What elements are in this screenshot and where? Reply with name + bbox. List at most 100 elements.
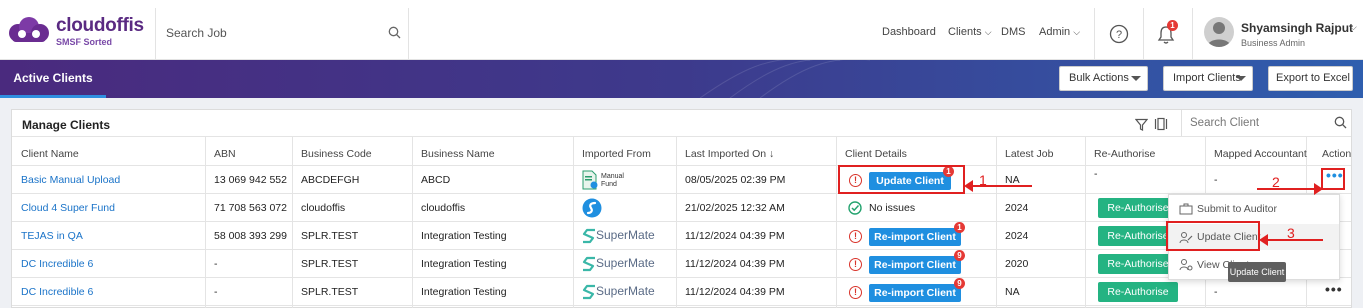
help-icon[interactable]: ? (1109, 24, 1129, 44)
warning-icon: ! (849, 258, 862, 271)
abn-cell: - (214, 286, 218, 298)
annotation-number-2: 2 (1272, 174, 1280, 190)
notification-badge: 1 (1167, 20, 1178, 31)
reauthorise-button[interactable]: Re-Authorise (1098, 254, 1178, 274)
divider (12, 136, 1351, 137)
caret-down-icon (1230, 67, 1252, 90)
search-job-box (155, 8, 409, 59)
client-name-link[interactable]: DC Incredible 6 (12, 250, 93, 278)
reimport-client-button[interactable]: Re-import Client (869, 256, 961, 274)
search-client-input[interactable] (1190, 115, 1320, 131)
client-name-link[interactable]: DC Incredible 6 (12, 278, 93, 306)
business-name-cell: cloudoffis (421, 202, 466, 214)
annotation-arrow-1 (964, 180, 1032, 192)
client-name-link[interactable]: TEJAS in QA (12, 222, 83, 250)
last-imported-cell: 11/12/2024 04:39 PM (685, 258, 785, 270)
avatar[interactable] (1204, 17, 1234, 47)
reauthorise-button[interactable]: Re-Authorise (1098, 282, 1178, 302)
divider (1094, 8, 1095, 59)
user-name[interactable]: Shyamsingh Rajput (1241, 21, 1353, 35)
column-header[interactable]: Business Name (412, 142, 495, 166)
tab-active-clients[interactable]: Active Clients (0, 60, 106, 98)
supermate-logo: SuperMate (581, 282, 671, 302)
warning-icon: ! (849, 286, 862, 299)
column-header[interactable]: Action (1313, 142, 1351, 166)
import-clients-dropdown[interactable]: Import Clients (1163, 66, 1253, 91)
annotation-arrow-2 (1257, 183, 1323, 195)
menu-item-submit-to-auditor[interactable]: Submit to Auditor (1169, 196, 1339, 222)
manage-clients-panel: Manage Clients Client Name ABN Business … (11, 109, 1352, 308)
abn-cell: 13 069 942 552 (214, 174, 287, 186)
column-header[interactable]: Mapped Accountant (1205, 142, 1307, 166)
business-code-cell: SPLR.TEST (301, 230, 359, 242)
nav-dms[interactable]: DMS (1001, 26, 1025, 38)
abn-cell: 71 708 563 072 (214, 202, 287, 214)
nav-admin[interactable]: Admin ⌵ (1039, 26, 1080, 38)
briefcase-icon (1179, 203, 1193, 215)
column-header[interactable]: Client Name (12, 142, 79, 166)
nav-clients[interactable]: Clients ⌵ (948, 26, 992, 38)
column-header[interactable]: Imported From (573, 142, 651, 166)
brand-logo[interactable]: cloudoffis SMSF Sorted (6, 10, 154, 50)
cloud-logo-icon (9, 17, 49, 42)
abn-cell: - (214, 258, 218, 270)
chevron-down-icon: ⌵ (1073, 27, 1081, 37)
column-header[interactable]: ABN (205, 142, 236, 166)
document-upload-icon (582, 170, 598, 190)
more-options-icon[interactable]: ••• (1325, 281, 1343, 297)
last-imported-cell: 08/05/2025 02:39 PM (685, 174, 786, 186)
supermate-label: SuperMate (596, 256, 655, 270)
last-imported-cell: 11/12/2024 04:39 PM (685, 230, 785, 242)
user-view-icon (1179, 259, 1193, 271)
column-header[interactable]: Business Code (292, 142, 372, 166)
export-excel-button[interactable]: Export to Excel (1268, 66, 1353, 91)
decorative-waves (699, 60, 870, 98)
warning-icon: ! (849, 230, 862, 243)
business-name-cell: Integration Testing (421, 230, 507, 242)
search-icon[interactable] (388, 26, 401, 39)
reauthorise-cell: - (1094, 168, 1098, 180)
divider (1143, 8, 1144, 59)
nav-dashboard[interactable]: Dashboard (882, 26, 936, 38)
column-header[interactable]: Last Imported On ↓ (676, 142, 774, 166)
column-header[interactable]: Client Details (836, 142, 907, 166)
supermate-label: SuperMate (596, 284, 655, 298)
client-name-link[interactable]: Cloud 4 Super Fund (12, 194, 115, 222)
search-job-input[interactable] (166, 23, 366, 43)
business-name-cell: Integration Testing (421, 286, 507, 298)
divider (1192, 8, 1193, 59)
latest-job-cell: 2024 (1005, 230, 1029, 242)
chevron-down-icon[interactable]: ⌵ (1350, 22, 1357, 33)
business-code-cell: SPLR.TEST (301, 258, 359, 270)
supermate-logo: SuperMate (581, 226, 671, 246)
latest-job-cell: NA (1005, 174, 1020, 186)
column-header-label: Last Imported On (685, 148, 767, 160)
annotation-box-1 (838, 165, 965, 194)
top-bar: cloudoffis SMSF Sorted Dashboard Clients… (0, 0, 1363, 60)
chevron-down-icon: ⌵ (984, 27, 992, 37)
supermate-logo: SuperMate (581, 254, 671, 274)
annotation-number-1: 1 (979, 172, 987, 188)
search-icon[interactable] (1334, 116, 1347, 129)
nav-clients-label: Clients (948, 26, 982, 38)
column-header[interactable]: Latest Job (996, 142, 1053, 166)
business-code-cell: ABCDEFGH (301, 174, 360, 186)
reimport-client-button[interactable]: Re-import Client (869, 228, 961, 246)
annotation-number-3: 3 (1287, 225, 1295, 241)
sort-down-icon[interactable]: ↓ (769, 148, 774, 160)
client-name-link[interactable]: Basic Manual Upload (12, 166, 120, 194)
business-name-cell: Integration Testing (421, 258, 507, 270)
cloudoffis-source-icon (582, 198, 602, 218)
bulk-actions-dropdown[interactable]: Bulk Actions (1059, 66, 1148, 91)
mapped-accountant-cell: - (1214, 286, 1218, 298)
reauthorise-button[interactable]: Re-Authorise (1098, 198, 1178, 218)
columns-icon[interactable] (1154, 117, 1168, 131)
mapped-accountant-cell: - (1214, 174, 1218, 186)
annotation-box-2 (1321, 168, 1345, 190)
filter-icon[interactable] (1135, 118, 1148, 131)
caret-down-icon (1125, 67, 1147, 90)
reimport-client-button[interactable]: Re-import Client (869, 284, 961, 302)
user-avatar-icon (1207, 22, 1231, 47)
business-name-cell: ABCD (421, 174, 451, 186)
panel-title: Manage Clients (22, 118, 111, 132)
